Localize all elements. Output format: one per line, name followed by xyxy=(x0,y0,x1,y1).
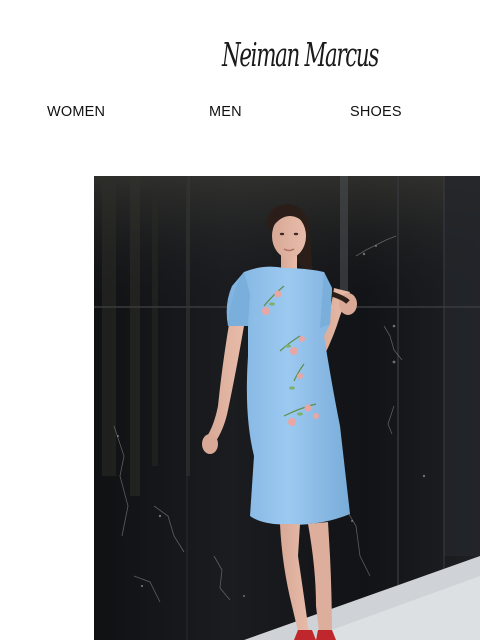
nav-item-women[interactable]: WOMEN xyxy=(47,100,105,126)
logo-wordmark: Neiman Marcus xyxy=(221,35,378,74)
main-navigation: WOMEN MEN SHOES xyxy=(0,100,480,126)
hero-photo xyxy=(94,176,480,640)
hero-banner[interactable] xyxy=(94,176,480,640)
neiman-marcus-logo[interactable]: Neiman Marcus xyxy=(220,20,382,86)
nav-item-shoes[interactable]: SHOES xyxy=(350,100,402,126)
nav-item-men[interactable]: MEN xyxy=(209,100,242,126)
